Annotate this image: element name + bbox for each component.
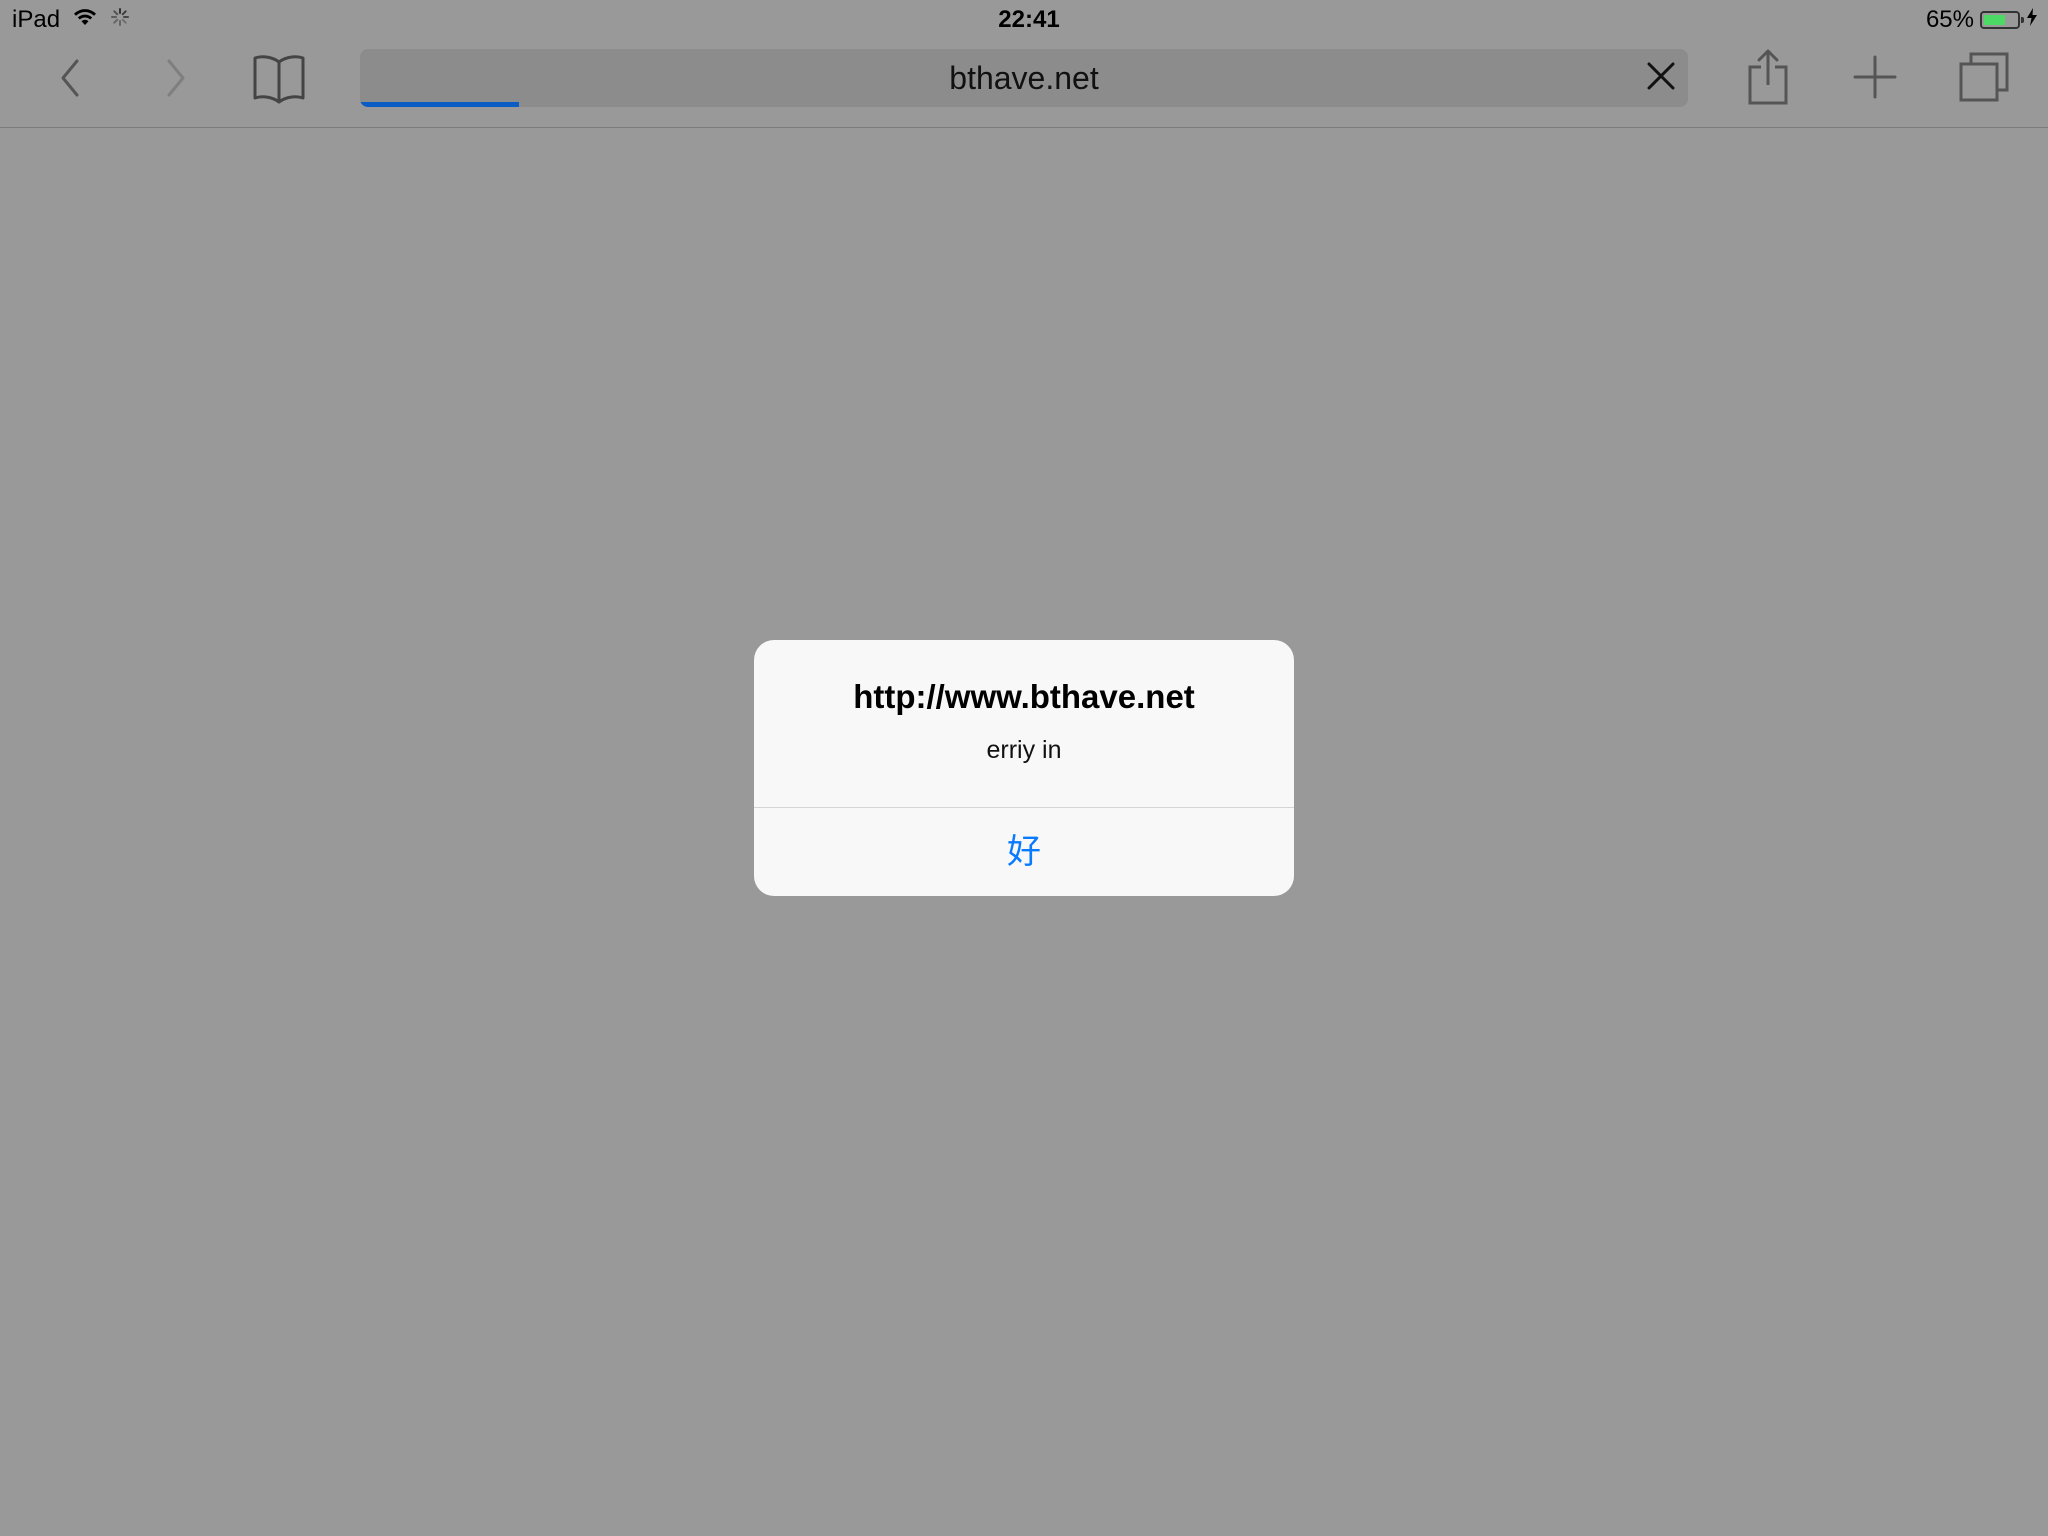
battery-tip: [2021, 17, 2024, 23]
tabs-icon: [1957, 50, 2011, 109]
tabs-button[interactable]: [1954, 50, 2014, 108]
bookmarks-button[interactable]: [248, 50, 310, 110]
charging-bolt-icon: [2026, 6, 2038, 34]
bookmarks-book-icon: [251, 52, 307, 109]
browser-toolbar: bthave.net: [0, 40, 2048, 128]
forward-chevron-icon: [161, 56, 191, 105]
share-button[interactable]: [1740, 46, 1796, 112]
alert-title: http://www.bthave.net: [853, 678, 1195, 715]
alert-ok-button[interactable]: 好: [754, 808, 1294, 896]
back-button[interactable]: [44, 54, 96, 106]
ipad-screen: iPad 22:41 65% bthave.net http://www.bth…: [0, 0, 2048, 1536]
address-bar[interactable]: bthave.net: [360, 49, 1688, 107]
share-icon: [1746, 47, 1790, 112]
clear-address-button[interactable]: [1640, 57, 1682, 99]
status-time: 22:41: [998, 6, 1060, 33]
back-chevron-icon: [55, 56, 85, 105]
battery-icon: [1980, 11, 2024, 29]
alert-message: erriy in: [986, 736, 1062, 764]
clear-x-icon: [1646, 61, 1676, 96]
battery-fill: [1984, 15, 2005, 25]
forward-button[interactable]: [150, 54, 202, 106]
status-right: 65%: [1926, 6, 2038, 34]
address-text: bthave.net: [949, 60, 1099, 96]
battery-percent: 65%: [1925, 6, 1974, 33]
alert-dialog: http://www.bthave.net erriy in 好: [754, 640, 1294, 896]
status-bar: iPad 22:41 65%: [0, 0, 2048, 40]
new-tab-button[interactable]: [1846, 50, 1904, 108]
plus-icon: [1852, 54, 1898, 105]
page-load-progress: [360, 102, 520, 107]
